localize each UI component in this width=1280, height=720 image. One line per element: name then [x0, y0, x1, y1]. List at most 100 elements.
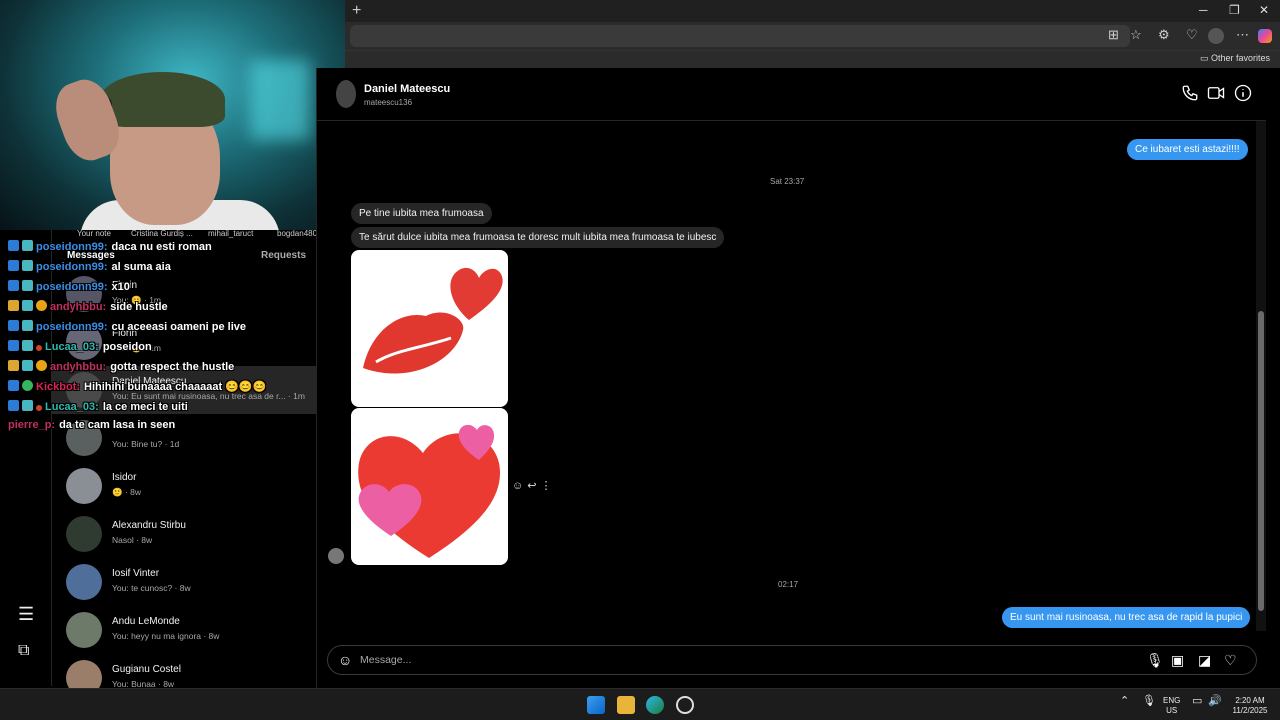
- copilot-icon[interactable]: [1258, 29, 1272, 43]
- crown-badge-icon: [8, 300, 19, 311]
- more-options-icon[interactable]: ⋮: [540, 480, 555, 492]
- incoming-message[interactable]: Te sărut dulce iubita mea frumoasa te do…: [351, 227, 725, 248]
- conversation-preview: Nasol · 8w: [112, 535, 153, 545]
- taskbar: ⌃ 🎙 ENG US ▭ 🔊 2:20 AM 11/2/2025: [0, 688, 1280, 720]
- conversation-scrollbar[interactable]: [1256, 121, 1266, 631]
- react-icon[interactable]: ☺: [512, 480, 527, 492]
- requests-link[interactable]: Requests: [261, 250, 306, 261]
- microphone-tray-icon[interactable]: 🎙: [1142, 696, 1156, 707]
- network-icon[interactable]: ▭: [1192, 696, 1202, 707]
- show-hidden-icons-icon[interactable]: ⌃: [1120, 696, 1129, 707]
- conversation-item[interactable]: Andu LeMonde You: heyy nu ma ignora · 8w: [52, 606, 316, 654]
- extensions-icon[interactable]: ⚙: [1158, 27, 1170, 43]
- badge-icon: [22, 240, 33, 251]
- note-item[interactable]: mihail_taruct: [208, 229, 253, 238]
- message-timestamp: Sat 23:37: [770, 177, 805, 186]
- chat-text: x10: [111, 281, 130, 293]
- contact-name[interactable]: Daniel Mateescu: [364, 83, 450, 95]
- scroll-thumb[interactable]: [1258, 311, 1264, 611]
- conversation-item[interactable]: Alexandru Stirbu Nasol · 8w: [52, 510, 316, 558]
- conversation-item[interactable]: Iosif Vinter You: te cunosc? · 8w: [52, 558, 316, 606]
- more-icon[interactable]: ⋯: [1236, 27, 1249, 43]
- conversation-preview: You: Bine tu? · 1d: [112, 439, 180, 449]
- chat-message: poseidonn99: x10: [8, 280, 130, 296]
- contact-avatar[interactable]: [336, 80, 356, 108]
- badge-icon: [8, 380, 19, 391]
- more-apps-icon[interactable]: ⧉: [18, 642, 29, 660]
- favorites-icon[interactable]: ♡: [1186, 27, 1198, 43]
- lips-heart-sticker[interactable]: [351, 250, 508, 407]
- info-icon[interactable]: [1234, 84, 1252, 102]
- badge-icon: [22, 300, 33, 311]
- chat-text: poseidon: [102, 341, 152, 353]
- clock-date: 11/2/2025: [1232, 706, 1268, 715]
- microphone-icon[interactable]: 🎙: [1146, 652, 1164, 669]
- chat-message: poseidonn99: al suma aia: [8, 260, 171, 276]
- message-composer: ☺ 🎙 ▣ ◪ ♡: [327, 645, 1257, 675]
- volume-icon[interactable]: 🔊: [1208, 696, 1222, 707]
- avatar: [66, 564, 102, 600]
- new-tab-icon[interactable]: +: [352, 2, 361, 20]
- chat-text: da te cam lasa in seen: [59, 419, 176, 431]
- seen-avatar: [328, 548, 344, 564]
- windows-start-icon[interactable]: [587, 696, 605, 714]
- chat-text: la ce meci te uiti: [102, 401, 188, 413]
- kiss-icon: [363, 267, 503, 374]
- language-indicator[interactable]: ENG US: [1163, 696, 1180, 716]
- url-field[interactable]: [350, 25, 1130, 47]
- chat-username: poseidonn99:: [36, 261, 108, 273]
- video-call-icon[interactable]: [1207, 84, 1225, 102]
- conversation-name: Gugianu Costel: [112, 664, 181, 675]
- note-item[interactable]: Cristina Gurdiș ...: [131, 229, 193, 238]
- note-own[interactable]: Your note: [77, 229, 111, 238]
- chat-text: daca nu esti roman: [111, 241, 212, 253]
- chat-text: side hustle: [110, 301, 168, 313]
- clock-time: 2:20 AM: [1235, 696, 1265, 705]
- webcam-overlay: [0, 0, 345, 230]
- emoji-icon[interactable]: ☺: [338, 652, 352, 668]
- other-favorites-folder[interactable]: ▭ Other favorites: [1200, 53, 1270, 64]
- badge-icon: [22, 260, 33, 271]
- close-window-icon[interactable]: ✕: [1259, 3, 1269, 17]
- led-light: [250, 60, 310, 140]
- message-input[interactable]: [360, 652, 1120, 668]
- reply-icon[interactable]: ↩: [527, 480, 540, 492]
- chatgpt-icon[interactable]: [676, 696, 694, 714]
- chat-username: Kickbot:: [36, 381, 80, 393]
- note-item[interactable]: bogdan480: [277, 229, 317, 238]
- incoming-message[interactable]: Pe tine iubita mea frumoasa: [351, 203, 492, 224]
- avatar: [66, 516, 102, 552]
- edge-browser-icon[interactable]: [646, 696, 664, 714]
- apps-icon[interactable]: ⊞: [1108, 27, 1119, 43]
- favorite-star-icon[interactable]: ☆: [1130, 27, 1142, 43]
- chat-message: andyhbbu: gotta respect the hustle: [8, 360, 234, 376]
- conversation-preview: You: Bunaa · 8w: [112, 679, 175, 688]
- file-explorer-icon[interactable]: [617, 696, 635, 714]
- bookmarks-bar: ▭ Other favorites: [345, 50, 1280, 68]
- profile-avatar[interactable]: [1208, 28, 1224, 44]
- badge-icon: [8, 400, 19, 411]
- image-icon[interactable]: ▣: [1171, 652, 1184, 669]
- clock[interactable]: 2:20 AM 11/2/2025: [1226, 696, 1274, 716]
- conversation-name: Iosif Vinter: [112, 568, 160, 579]
- chat-text: cu aceeasi oameni pe live: [111, 321, 247, 333]
- badge-icon: [8, 280, 19, 291]
- heart-icon[interactable]: ♡: [1224, 652, 1237, 669]
- conversation-item[interactable]: Gugianu Costel You: Bunaa · 8w: [52, 654, 316, 688]
- sticker-icon[interactable]: ◪: [1198, 652, 1211, 669]
- restore-icon[interactable]: ❐: [1229, 3, 1240, 17]
- chat-text: Hihihihi bunaaaa chaaaaat 😊😊😊: [84, 381, 267, 393]
- outgoing-message[interactable]: Ce iubaret esti astazi!!!!: [1127, 139, 1248, 160]
- conversation-item[interactable]: Isidor 🙂 · 8w: [52, 462, 316, 510]
- two-hearts-sticker[interactable]: [351, 408, 508, 565]
- chat-message: poseidonn99: cu aceeasi oameni pe live: [8, 320, 246, 336]
- chat-message: poseidonn99: daca nu esti roman: [8, 240, 212, 256]
- contact-username: mateescu136: [364, 98, 413, 107]
- phone-icon[interactable]: [1181, 84, 1199, 102]
- outgoing-message[interactable]: Eu sunt mai rusinoasa, nu trec asa de ra…: [1002, 607, 1251, 628]
- menu-icon[interactable]: ☰: [18, 604, 34, 625]
- minimize-icon[interactable]: ─: [1199, 3, 1208, 17]
- conversation-name: Alexandru Stirbu: [112, 520, 186, 531]
- chat-username: andyhbbu:: [50, 301, 107, 313]
- conversation-preview: 🙂 · 8w: [112, 487, 142, 497]
